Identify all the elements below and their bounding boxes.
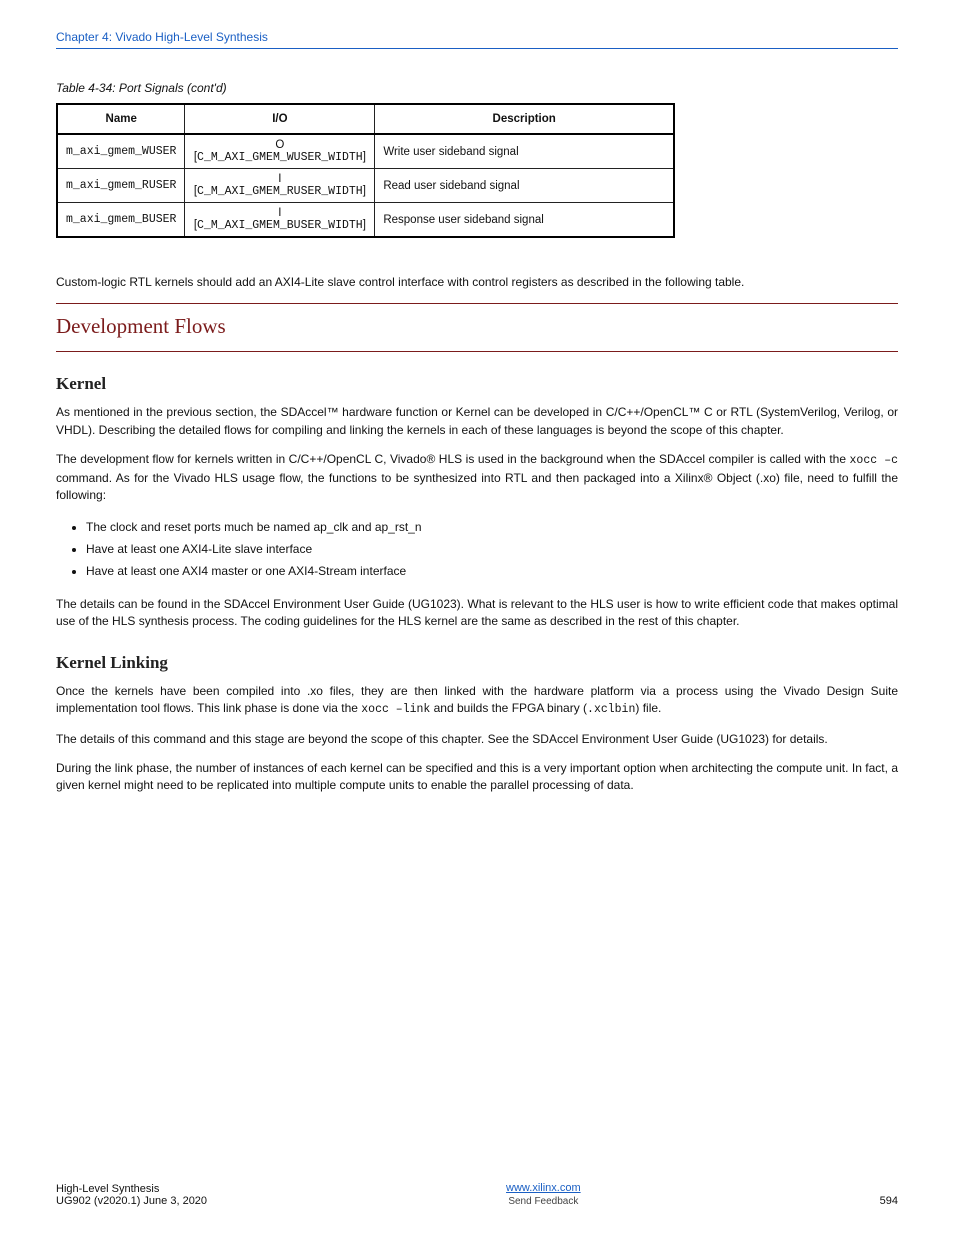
registers-paragraph: Custom-logic RTL kernels should add an A… bbox=[56, 274, 898, 291]
list-item: Have at least one AXI4 master or one AXI… bbox=[86, 561, 898, 581]
cell-io: I [C_M_AXI_GMEM_BUSER_WIDTH] bbox=[185, 203, 375, 238]
table-row: m_axi_gmem_BUSER I [C_M_AXI_GMEM_BUSER_W… bbox=[57, 203, 674, 238]
col-header-desc: Description bbox=[375, 104, 674, 134]
cell-name: m_axi_gmem_RUSER bbox=[57, 169, 185, 203]
doc-version: UG902 (v2020.1) June 3, 2020 bbox=[56, 1195, 207, 1207]
cell-desc: Response user sideband signal bbox=[375, 203, 674, 238]
sub-heading-kernel: Kernel bbox=[56, 374, 898, 394]
feedback-prompt[interactable]: Send Feedback bbox=[207, 1196, 880, 1207]
cell-desc: Read user sideband signal bbox=[375, 169, 674, 203]
footer-left: High-Level Synthesis UG902 (v2020.1) Jun… bbox=[56, 1183, 207, 1207]
cell-name: m_axi_gmem_WUSER bbox=[57, 134, 185, 169]
section-heading: Development Flows bbox=[56, 303, 898, 352]
paragraph: The details of this command and this sta… bbox=[56, 731, 898, 748]
cell-name: m_axi_gmem_BUSER bbox=[57, 203, 185, 238]
doc-title: High-Level Synthesis bbox=[56, 1183, 207, 1195]
sub-heading-linking: Kernel Linking bbox=[56, 653, 898, 673]
header-rule bbox=[56, 48, 898, 49]
paragraph: Once the kernels have been compiled into… bbox=[56, 683, 898, 719]
table-header-row: Name I/O Description bbox=[57, 104, 674, 134]
page-footer: High-Level Synthesis UG902 (v2020.1) Jun… bbox=[56, 1182, 898, 1207]
paragraph: The development flow for kernels written… bbox=[56, 451, 898, 504]
bullet-list: The clock and reset ports much be named … bbox=[86, 517, 898, 582]
paragraph: The details can be found in the SDAccel … bbox=[56, 596, 898, 631]
cell-io: O [C_M_AXI_GMEM_WUSER_WIDTH] bbox=[185, 134, 375, 169]
table-row: m_axi_gmem_WUSER O [C_M_AXI_GMEM_WUSER_W… bbox=[57, 134, 674, 169]
footer-center: www.xilinx.com Send Feedback bbox=[207, 1182, 880, 1207]
table-title: Table 4-34: Port Signals (cont'd) bbox=[56, 81, 227, 95]
table-row: m_axi_gmem_RUSER I [C_M_AXI_GMEM_RUSER_W… bbox=[57, 169, 674, 203]
paragraph: As mentioned in the previous section, th… bbox=[56, 404, 898, 439]
signal-table: Name I/O Description m_axi_gmem_WUSER O … bbox=[56, 103, 675, 238]
list-item: Have at least one AXI4-Lite slave interf… bbox=[86, 539, 898, 559]
paragraph: During the link phase, the number of ins… bbox=[56, 760, 898, 795]
page-number: 594 bbox=[880, 1195, 898, 1207]
col-header-name: Name bbox=[57, 104, 185, 134]
cell-desc: Write user sideband signal bbox=[375, 134, 674, 169]
xilinx-link[interactable]: www.xilinx.com bbox=[506, 1182, 581, 1194]
cell-io: I [C_M_AXI_GMEM_RUSER_WIDTH] bbox=[185, 169, 375, 203]
list-item: The clock and reset ports much be named … bbox=[86, 517, 898, 537]
col-header-io: I/O bbox=[185, 104, 375, 134]
breadcrumb-link[interactable]: Chapter 4: Vivado High-Level Synthesis bbox=[56, 30, 898, 44]
